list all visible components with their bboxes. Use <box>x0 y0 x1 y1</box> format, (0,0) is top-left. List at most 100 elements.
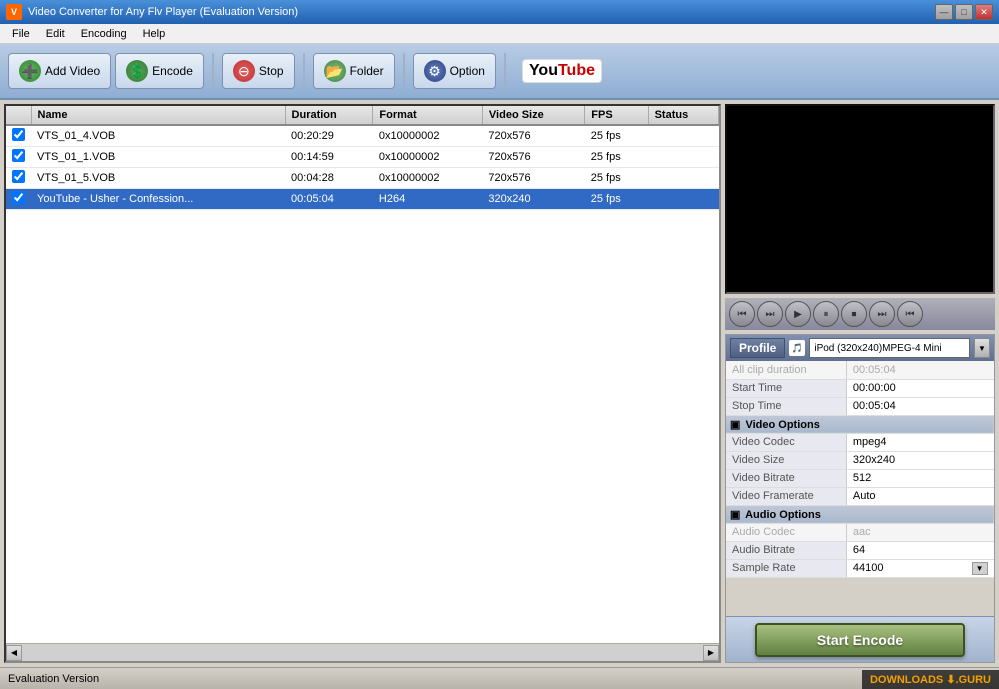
separator-3 <box>403 53 405 89</box>
minimize-button[interactable]: — <box>935 4 953 20</box>
profile-label: Profile <box>730 338 785 358</box>
collapse-video-icon[interactable]: ▣ <box>730 419 740 431</box>
menu-file[interactable]: File <box>4 26 38 42</box>
row-checkbox[interactable] <box>12 128 25 141</box>
prop-row: Video Codec mpeg4 <box>726 433 994 451</box>
row-fps: 25 fps <box>585 147 648 168</box>
row-duration: 00:05:04 <box>285 189 373 210</box>
prop-label-video-codec: Video Codec <box>726 433 846 451</box>
row-name: VTS_01_5.VOB <box>31 168 285 189</box>
row-checkbox[interactable] <box>12 170 25 183</box>
row-checkbox[interactable] <box>12 149 25 162</box>
collapse-audio-icon[interactable]: ▣ <box>730 509 740 521</box>
scroll-track[interactable] <box>22 645 703 661</box>
row-name: VTS_01_1.VOB <box>31 147 285 168</box>
prop-value-audio-bitrate: 64 <box>846 541 993 559</box>
stop-ctrl-button[interactable]: ⏹ <box>841 301 867 327</box>
menu-edit[interactable]: Edit <box>38 26 73 42</box>
prop-row: Audio Codec aac <box>726 523 994 541</box>
encode-button[interactable]: 💲 Encode <box>115 53 204 89</box>
skip-forward-button[interactable]: ⏭ <box>869 301 895 327</box>
row-checkbox-cell[interactable] <box>6 168 31 189</box>
table-row-selected[interactable]: YouTube - Usher - Confession... 00:05:04… <box>6 189 719 210</box>
folder-icon: 📂 <box>324 60 346 82</box>
props-table: All clip duration 00:05:04 Start Time 00… <box>726 361 994 578</box>
row-duration: 00:20:29 <box>285 125 373 147</box>
sample-rate-dropdown-arrow[interactable]: ▼ <box>972 562 988 575</box>
file-list-container: Name Duration Format Video Size FPS Stat… <box>4 104 721 663</box>
status-bar: Evaluation Version <box>0 667 999 689</box>
section-header-audio: ▣ Audio Options <box>726 505 994 523</box>
profile-device-icon: 🎵 <box>789 340 805 356</box>
table-row[interactable]: VTS_01_1.VOB 00:14:59 0x10000002 720x576… <box>6 147 719 168</box>
profile-dropdown-arrow[interactable]: ▼ <box>974 338 990 358</box>
menu-encoding[interactable]: Encoding <box>73 26 135 42</box>
folder-label: Folder <box>350 64 384 78</box>
prop-label-sample-rate: Sample Rate <box>726 559 846 578</box>
rewind-button[interactable]: ⏮ <box>729 301 755 327</box>
row-format: 0x10000002 <box>373 147 483 168</box>
row-status <box>648 168 718 189</box>
start-encode-button[interactable]: Start Encode <box>755 623 965 657</box>
row-video-size: 720x576 <box>482 168 584 189</box>
scroll-left-button[interactable]: ◀ <box>6 645 22 661</box>
row-name: VTS_01_4.VOB <box>31 125 285 147</box>
col-format: Format <box>373 106 483 125</box>
option-button[interactable]: ⚙ Option <box>413 53 496 89</box>
scroll-right-button[interactable]: ▶ <box>703 645 719 661</box>
prop-row: Video Framerate Auto <box>726 487 994 505</box>
close-button[interactable]: ✕ <box>975 4 993 20</box>
row-fps: 25 fps <box>585 189 648 210</box>
profile-area: Profile 🎵 iPod (320x240)MPEG-4 Mini ▼ Al… <box>725 334 995 663</box>
table-header-row: Name Duration Format Video Size FPS Stat… <box>6 106 719 125</box>
menu-help[interactable]: Help <box>135 26 174 42</box>
folder-button[interactable]: 📂 Folder <box>313 53 395 89</box>
play-button[interactable]: ▶ <box>785 301 811 327</box>
watermark-icon: ⬇ <box>946 674 955 686</box>
encode-icon: 💲 <box>126 60 148 82</box>
right-panel: ⏮ ⏭ ▶ ⏸ ⏹ ⏭ ⏮ Profile 🎵 iPod (320x240)MP… <box>725 104 995 663</box>
add-video-button[interactable]: ➕ Add Video <box>8 53 111 89</box>
col-fps: FPS <box>585 106 648 125</box>
row-checkbox-cell[interactable] <box>6 147 31 168</box>
status-text: Evaluation Version <box>8 673 99 685</box>
forward-rewind-button[interactable]: ⏭ <box>757 301 783 327</box>
encode-label: Encode <box>152 64 193 78</box>
video-options-label: Video Options <box>745 419 819 431</box>
table-row[interactable]: VTS_01_4.VOB 00:20:29 0x10000002 720x576… <box>6 125 719 147</box>
profile-select[interactable]: iPod (320x240)MPEG-4 Mini <box>809 338 970 358</box>
prop-row: Sample Rate 44100 ▼ <box>726 559 994 578</box>
col-status: Status <box>648 106 718 125</box>
horizontal-scrollbar[interactable]: ◀ ▶ <box>6 643 719 661</box>
row-fps: 25 fps <box>585 168 648 189</box>
separator-4 <box>504 53 506 89</box>
pause-button[interactable]: ⏸ <box>813 301 839 327</box>
row-duration: 00:04:28 <box>285 168 373 189</box>
prop-value-start-time: 00:00:00 <box>846 379 993 397</box>
prop-row: Video Bitrate 512 <box>726 469 994 487</box>
row-fps: 25 fps <box>585 125 648 147</box>
row-checkbox-cell[interactable] <box>6 125 31 147</box>
prop-label-video-framerate: Video Framerate <box>726 487 846 505</box>
maximize-button[interactable]: □ <box>955 4 973 20</box>
prop-value-stop-time: 00:05:04 <box>846 397 993 415</box>
prop-value-video-size: 320x240 <box>846 451 993 469</box>
row-checkbox[interactable] <box>12 191 25 204</box>
prop-label-stop-time: Stop Time <box>726 397 846 415</box>
profile-header: Profile 🎵 iPod (320x240)MPEG-4 Mini ▼ <box>726 335 994 361</box>
separator-1 <box>212 53 214 89</box>
prop-row: Audio Bitrate 64 <box>726 541 994 559</box>
option-icon: ⚙ <box>424 60 446 82</box>
section-header-video: ▣ Video Options <box>726 415 994 433</box>
watermark-text: DOWNLOADS ⬇.GURU <box>870 674 991 686</box>
props-scroll[interactable]: All clip duration 00:05:04 Start Time 00… <box>726 361 994 616</box>
separator-2 <box>303 53 305 89</box>
prop-value-clip-duration: 00:05:04 <box>846 361 993 379</box>
stop-button[interactable]: ⊖ Stop <box>222 53 295 89</box>
row-checkbox-cell[interactable] <box>6 189 31 210</box>
file-table-scroll[interactable]: Name Duration Format Video Size FPS Stat… <box>6 106 719 643</box>
table-row[interactable]: VTS_01_5.VOB 00:04:28 0x10000002 720x576… <box>6 168 719 189</box>
skip-back-button[interactable]: ⏮ <box>897 301 923 327</box>
prop-value-video-framerate: Auto <box>846 487 993 505</box>
col-duration: Duration <box>285 106 373 125</box>
